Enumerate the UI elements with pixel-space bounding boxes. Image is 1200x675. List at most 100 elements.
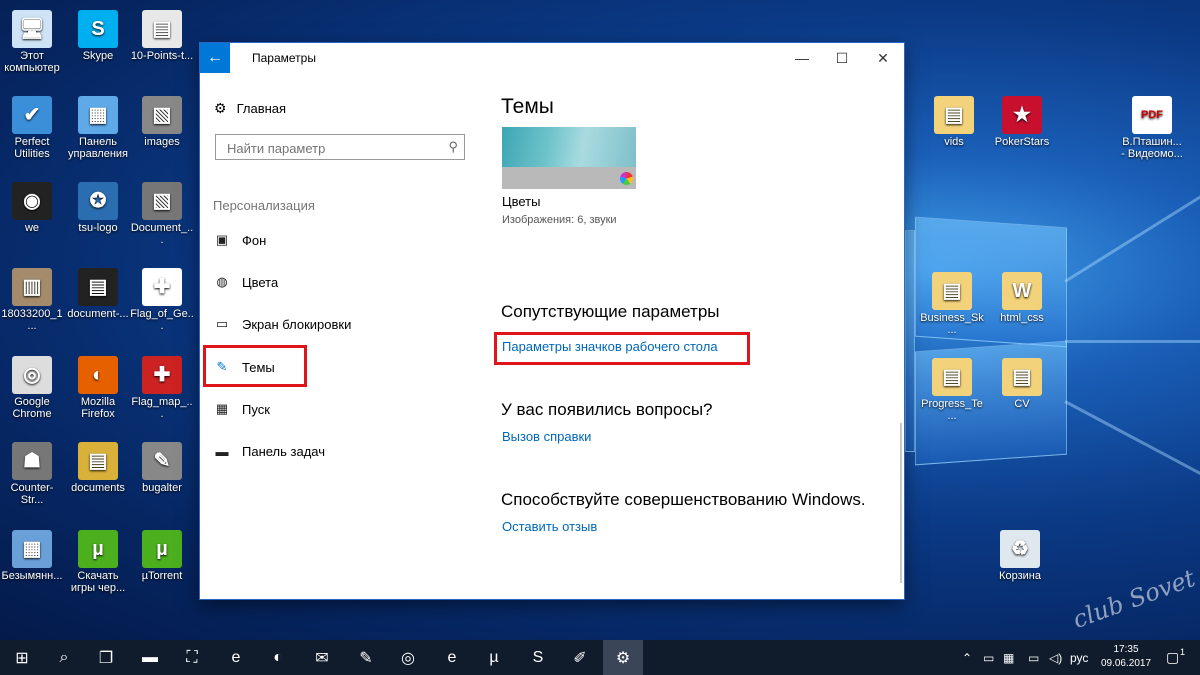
sidebar-item-home[interactable]: ⚙ Главная <box>214 100 286 117</box>
edge-button[interactable]: e <box>216 640 256 675</box>
sidebar-item[interactable]: ▭ Экран блокировки <box>214 313 352 335</box>
desktop-icon[interactable]: ♻ Корзина <box>988 530 1052 582</box>
sidebar-item[interactable]: ▣ Фон <box>214 229 266 251</box>
desktop-icon-label: Безымянн... <box>1 570 63 582</box>
desktop-icon[interactable]: ▤ CV <box>990 358 1054 410</box>
bugalter-icon: ✎ <box>142 442 182 480</box>
uc-browser-button[interactable]: e <box>432 640 472 675</box>
desktop-icon-label: Flag_map_... <box>131 396 193 420</box>
network-icon[interactable]: ▭ <box>983 640 994 675</box>
desktop-icon-label: tsu-logo <box>78 222 118 234</box>
desktop-icon[interactable]: ✪ tsu-logo <box>66 182 130 234</box>
firefox-taskbar-button[interactable]: ◐ <box>258 640 298 675</box>
skype-taskbar-button[interactable]: S <box>518 640 558 675</box>
paint-button[interactable]: ✐ <box>560 640 600 675</box>
desktop-icon[interactable]: ▤ Business_Sk... <box>920 272 984 336</box>
color-wheel-icon <box>620 172 633 185</box>
desktop-icon[interactable]: ▤ document-... <box>66 268 130 320</box>
clock[interactable]: 17:35 09.06.2017 <box>1098 643 1154 671</box>
desktop-icon[interactable]: ▤ documents <box>66 442 130 494</box>
close-button[interactable]: ✕ <box>873 48 893 68</box>
desktop-icon[interactable]: ★ PokerStars <box>990 96 1054 148</box>
wallpaper-ray <box>1064 195 1200 283</box>
start-button[interactable]: ⊞ <box>2 640 42 675</box>
feedback-link[interactable]: Оставить отзыв <box>502 519 597 534</box>
desktop-icon[interactable]: ☗ Counter-Str... <box>0 442 64 506</box>
desktop-icon[interactable]: ◉ we <box>0 182 64 234</box>
gear-icon: ⚙ <box>214 100 227 116</box>
desktop-icon-label: Perfect Utilities <box>14 136 50 160</box>
store-button[interactable]: ⛶ <box>172 640 212 675</box>
back-button[interactable]: ← <box>200 43 230 73</box>
search-button[interactable]: ⌕ <box>44 640 84 675</box>
mail-button[interactable]: ✉ <box>302 640 342 675</box>
control-panel-icon: ▦ <box>78 96 118 134</box>
desktop-icon[interactable]: 🖥 Этот компьютер <box>0 10 64 74</box>
desktop-icon[interactable]: µ µTorrent <box>130 530 194 582</box>
desktop-icon[interactable]: ▦ Безымянн... <box>0 530 64 582</box>
maximize-button[interactable]: ☐ <box>832 48 852 68</box>
file-explorer-button[interactable]: ▬ <box>130 640 170 675</box>
action-center-icon[interactable]: ▢ <box>1166 640 1179 675</box>
desktop-icon-label: µTorrent <box>141 570 183 582</box>
task-view-button[interactable]: ❐ <box>86 640 126 675</box>
desktop-icon[interactable]: ✔ Perfect Utilities <box>0 96 64 160</box>
language-indicator[interactable]: рус <box>1070 640 1088 675</box>
theme-preview[interactable] <box>502 127 636 189</box>
section-title: Персонализация <box>213 198 315 213</box>
desktop-icon[interactable]: ▥ 18033200_1... <box>0 268 64 332</box>
desktop-icon[interactable]: ✎ bugalter <box>130 442 194 494</box>
sidebar-item[interactable]: ▬ Панель задач <box>214 440 326 462</box>
start-grid-icon: ▦ <box>215 401 229 416</box>
scan-image-icon: ▥ <box>12 268 52 306</box>
chrome-taskbar-button[interactable]: ◎ <box>388 640 428 675</box>
desktop-icon[interactable]: ✚ Flag_map_... <box>130 356 194 420</box>
utorrent-taskbar-button[interactable]: µ <box>474 640 514 675</box>
progress-folder-icon: ▤ <box>932 358 972 396</box>
chrome-icon: ◎ <box>12 356 52 394</box>
scrollbar[interactable] <box>900 423 902 583</box>
firefox-icon: ◐ <box>78 356 118 394</box>
desktop-icon-label: html_css <box>1000 312 1044 324</box>
desktop-icon[interactable]: ✚ Flag_of_Ge... <box>130 268 194 332</box>
desktop-icon[interactable]: ▤ Progress_Te... <box>920 358 984 422</box>
desktop-icon[interactable]: µ Скачать игры чер... <box>66 530 130 594</box>
minimize-button[interactable]: — <box>792 48 812 68</box>
link-highlight-box <box>494 332 750 365</box>
pokerstars-icon: ★ <box>1002 96 1042 134</box>
sidebar-item[interactable]: ▦ Пуск <box>214 398 270 420</box>
desktop-icon-label: Skype <box>82 50 114 62</box>
flag-map-icon: ✚ <box>142 356 182 394</box>
questions-heading: У вас появились вопросы? <box>501 400 713 419</box>
search-input[interactable] <box>225 136 449 160</box>
get-help-link[interactable]: Вызов справки <box>502 429 591 444</box>
volume-icon[interactable]: ◁) <box>1049 640 1062 675</box>
desktop-icon[interactable]: PDF В.Пташин... - Видеомо... <box>1120 96 1184 160</box>
desktop-icon[interactable]: Whtml_css <box>990 272 1054 324</box>
page-title: Темы <box>501 95 554 118</box>
wallpaper-ray <box>1065 340 1200 343</box>
desktop-icon-label: Counter-Str... <box>10 482 54 506</box>
desktop-icon[interactable]: ▧ Document_... <box>130 182 194 246</box>
settings-taskbar-button[interactable]: ⚙ <box>603 640 643 675</box>
desktop-icon[interactable]: ◎ Google Chrome <box>0 356 64 420</box>
desktop-icon[interactable]: ◐ Mozilla Firefox <box>66 356 130 420</box>
improve-heading: Способствуйте совершенствованию Windows. <box>501 490 866 509</box>
desktop-icon[interactable]: ▦ Панель управления <box>66 96 130 160</box>
sidebar-item[interactable]: ◍ Цвета <box>214 271 278 293</box>
desktop-icon[interactable]: ▤ vids <box>922 96 986 148</box>
title-bar[interactable]: ← Параметры — ☐ ✕ <box>200 43 904 73</box>
desktop-icon-label: vids <box>944 136 964 148</box>
app-button[interactable]: ✎ <box>346 640 386 675</box>
sidebar-item-label: Фон <box>242 232 267 248</box>
desktop-icon[interactable]: ▤ 10-Points-t... <box>130 10 194 62</box>
desktop-icon[interactable]: ▧ images <box>130 96 194 148</box>
images-folder-icon: ▧ <box>142 96 182 134</box>
theme-meta: Изображения: 6, звуки <box>502 214 617 226</box>
search-box[interactable]: ⚲ <box>215 134 465 160</box>
desktop-icon[interactable]: S Skype <box>66 10 130 62</box>
notification-area-icon[interactable]: ▦ <box>1003 640 1014 675</box>
document-dark-icon: ▤ <box>78 268 118 306</box>
battery-icon[interactable]: ▭ <box>1028 640 1039 675</box>
tray-overflow-icon[interactable]: ⌃ <box>962 640 972 675</box>
